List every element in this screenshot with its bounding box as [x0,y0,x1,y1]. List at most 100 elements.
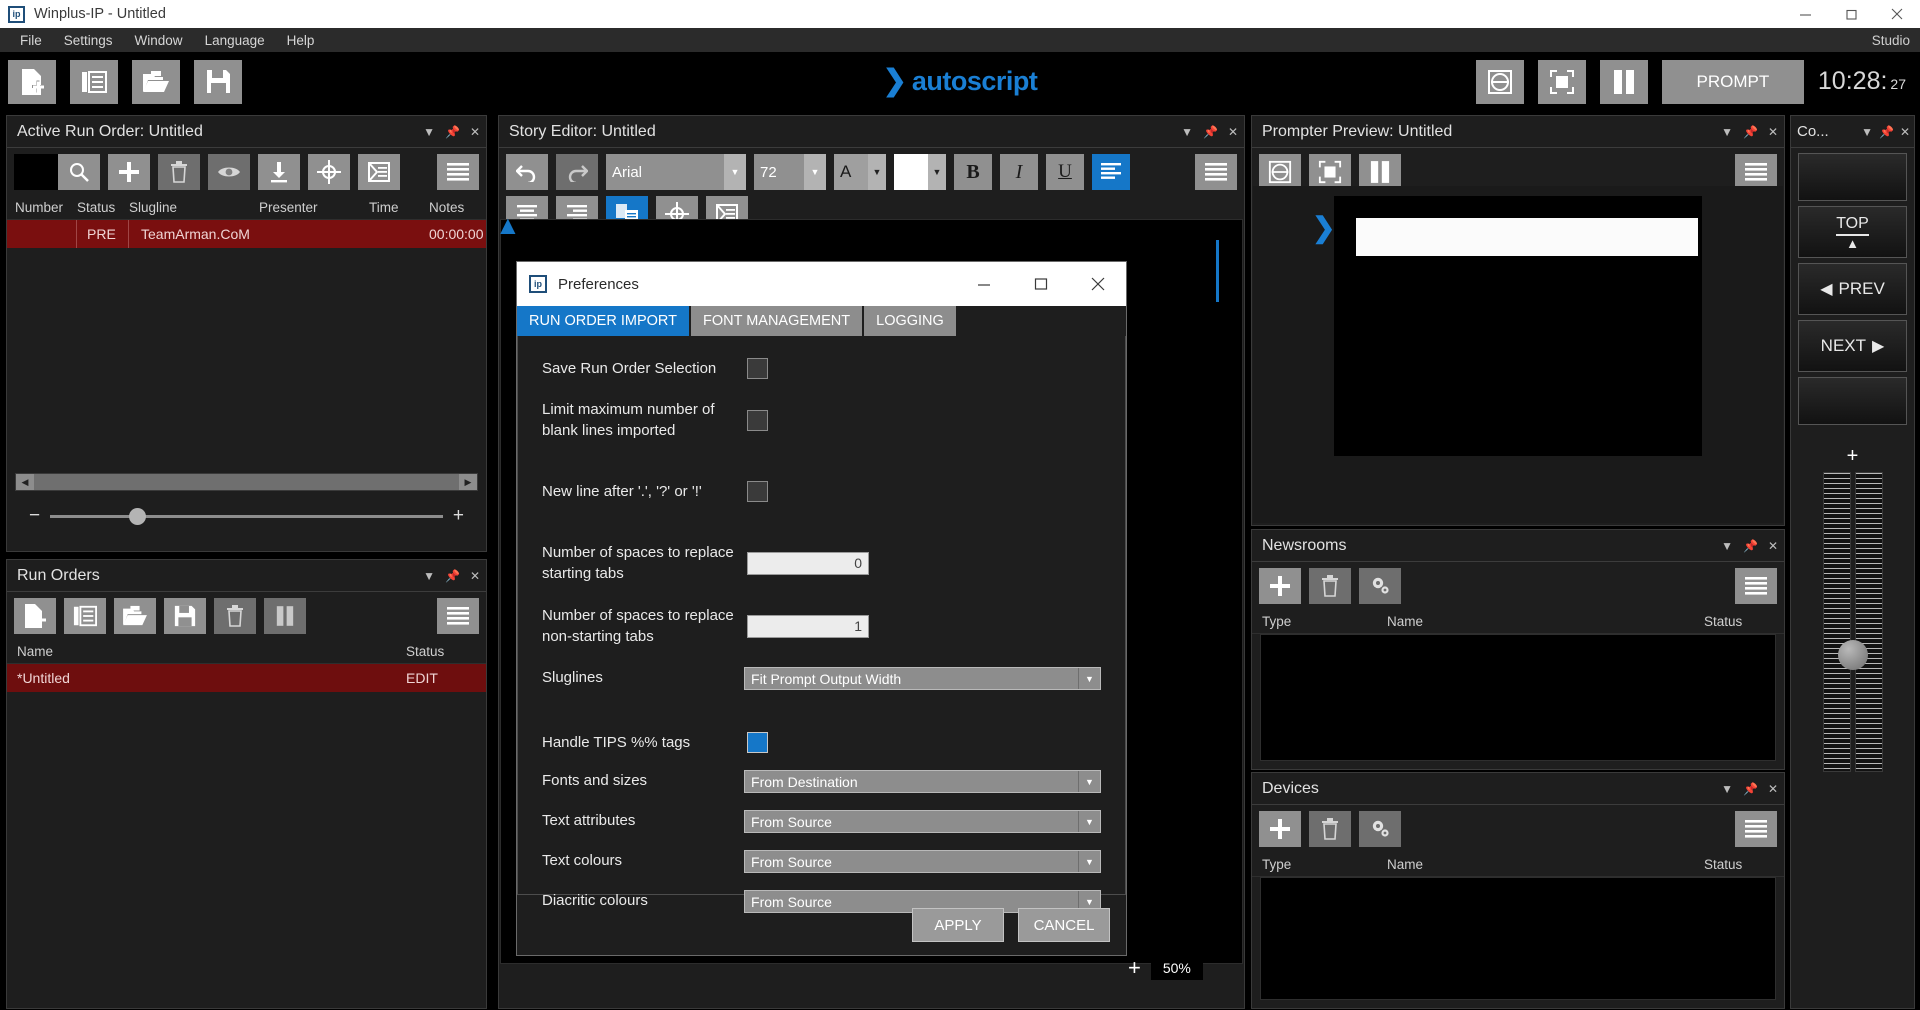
scrollbar-thumb[interactable] [34,474,459,490]
run-order-zoom-slider[interactable]: − + [15,503,478,529]
speed-slider-left[interactable] [1822,472,1851,772]
close-icon[interactable]: ✕ [1768,540,1778,552]
cue-marker-icon[interactable] [1475,59,1524,104]
pin-icon[interactable]: 📌 [1743,126,1758,138]
settings-gears-icon[interactable] [1359,568,1401,604]
chevron-down-icon[interactable]: ▼ [1078,668,1100,689]
control-button-blank-top[interactable] [1798,153,1907,201]
chevron-down-icon[interactable]: ▼ [423,570,435,582]
menu-icon[interactable] [1735,568,1777,604]
pin-icon[interactable]: 📌 [1743,783,1758,795]
add-icon[interactable] [1259,568,1301,604]
limit-blank-lines-checkbox[interactable] [747,410,768,431]
pin-icon[interactable]: 📌 [445,126,460,138]
sluglines-select[interactable]: Fit Prompt Output Width ▼ [744,667,1101,690]
close-icon[interactable]: ✕ [470,570,480,582]
minimize-icon[interactable] [1782,0,1828,28]
close-icon[interactable]: ✕ [1768,783,1778,795]
chevron-down-icon[interactable]: ▼ [1721,783,1733,795]
menu-icon[interactable] [437,154,479,190]
pin-icon[interactable]: 📌 [445,570,460,582]
newsrooms-list[interactable] [1260,634,1776,761]
cancel-button[interactable]: CANCEL [1018,908,1110,942]
tab-logging[interactable]: LOGGING [864,306,956,336]
tab-font-management[interactable]: FONT MANAGEMENT [690,306,863,336]
table-row[interactable]: PRE TeamArman.CoM 00:00:00 [7,220,486,248]
settings-gears-icon[interactable] [1359,811,1401,847]
bold-button[interactable]: B [954,154,992,190]
new-run-order-icon[interactable] [14,598,56,634]
control-button-blank-bottom[interactable] [1798,377,1907,425]
pause-icon[interactable] [1359,154,1401,190]
pin-icon[interactable]: 📌 [1879,126,1894,138]
slider-knob[interactable] [1837,640,1868,670]
chevron-down-icon[interactable]: ▼ [1861,126,1873,138]
font-size-select[interactable]: 72 ▼ [754,154,826,190]
delete-icon[interactable] [214,598,256,634]
italic-button[interactable]: I [1000,154,1038,190]
new-line-after-punctuation-checkbox[interactable] [747,481,768,502]
align-left-icon[interactable] [1092,154,1130,190]
pause-icon[interactable] [1599,59,1648,104]
chevron-down-icon[interactable]: ▼ [1078,851,1100,872]
open-folder-icon[interactable] [132,59,180,104]
highlight-color-button[interactable]: ▼ [894,154,946,190]
menu-icon[interactable] [437,598,479,634]
delete-icon[interactable] [1309,568,1351,604]
script-icon[interactable] [358,154,400,190]
close-icon[interactable]: ✕ [1900,126,1910,138]
eye-icon[interactable] [208,154,250,190]
chevron-down-icon[interactable]: ▼ [724,154,746,190]
zoom-in-icon[interactable]: + [1128,955,1141,981]
pin-icon[interactable]: 📌 [1203,126,1218,138]
menu-item-window[interactable]: Window [124,28,194,52]
chevron-down-icon[interactable]: ▼ [1721,540,1733,552]
close-icon[interactable] [1069,262,1126,306]
zoom-out-icon[interactable]: − [29,505,40,527]
fullscreen-icon[interactable] [1309,154,1351,190]
scroll-right-arrow[interactable]: ▶ [459,474,477,490]
target-icon[interactable] [308,154,350,190]
slider-track[interactable] [50,507,443,525]
run-order-icon[interactable] [70,59,118,104]
save-icon[interactable] [194,59,242,104]
chevron-down-icon[interactable]: ▼ [868,154,886,190]
scroll-left-arrow[interactable]: ◀ [16,474,34,490]
top-button[interactable]: TOP ▲ [1798,206,1907,258]
text-color-button[interactable]: A ▼ [834,154,886,190]
delete-icon[interactable] [1309,811,1351,847]
pin-icon[interactable]: 📌 [1743,540,1758,552]
close-icon[interactable]: ✕ [1228,126,1238,138]
prompt-button[interactable]: PROMPT [1661,59,1804,104]
zoom-percent-label[interactable]: 50% [1150,956,1203,980]
cue-marker-icon[interactable] [1259,154,1301,190]
zoom-in-icon[interactable]: + [453,505,464,527]
chevron-down-icon[interactable]: ▼ [1078,771,1100,792]
chevron-down-icon[interactable]: ▼ [1078,811,1100,832]
chevron-down-icon[interactable]: ▼ [423,126,435,138]
save-run-order-selection-checkbox[interactable] [747,358,768,379]
search-icon[interactable] [58,154,100,190]
pause-icon[interactable] [264,598,306,634]
tab-run-order-import[interactable]: RUN ORDER IMPORT [517,306,689,336]
collapse-caret-icon[interactable]: ▲ [495,210,521,241]
apply-button[interactable]: APPLY [912,908,1004,942]
text-attributes-select[interactable]: From Source ▼ [744,810,1101,833]
download-icon[interactable] [258,154,300,190]
maximize-icon[interactable] [1012,262,1069,306]
horizontal-scrollbar[interactable]: ◀ ▶ [15,473,478,491]
spaces-non-starting-tabs-input[interactable]: 1 [747,615,869,638]
minimize-icon[interactable] [955,262,1012,306]
font-family-select[interactable]: Arial ▼ [606,154,746,190]
new-story-icon[interactable] [8,59,56,104]
chevron-down-icon[interactable]: ▼ [928,154,946,190]
color-swatch[interactable] [14,154,58,190]
speed-slider-right[interactable] [1854,472,1883,772]
fonts-and-sizes-select[interactable]: From Destination ▼ [744,770,1101,793]
chevron-down-icon[interactable]: ▼ [1181,126,1193,138]
undo-icon[interactable] [506,154,548,190]
add-icon[interactable] [108,154,150,190]
menu-icon[interactable] [1735,811,1777,847]
prev-button[interactable]: ◀ PREV [1798,263,1907,315]
menu-icon[interactable] [1735,154,1777,190]
